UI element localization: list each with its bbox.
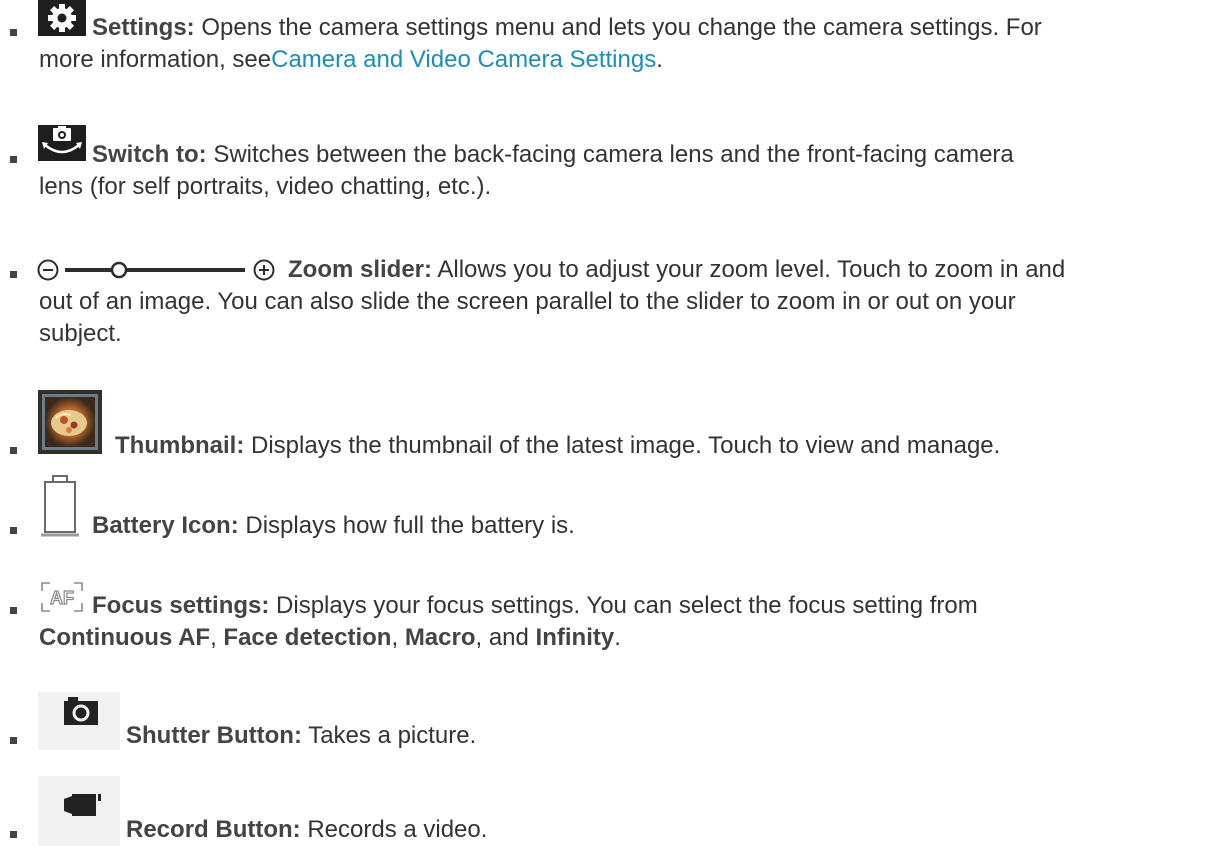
item-title: Thumbnail: xyxy=(115,432,245,459)
item-title: Settings: xyxy=(92,14,195,41)
item-description: Shutter Button: Takes a picture. xyxy=(126,722,477,749)
bullet xyxy=(10,527,17,534)
item-title: Focus settings: xyxy=(92,592,270,619)
item-description: Focus settings: Displays your focus sett… xyxy=(39,592,978,651)
item-title: Switch to: xyxy=(92,141,207,168)
bullet xyxy=(10,737,17,744)
bullet xyxy=(10,607,17,614)
option-face-detection: Face detection xyxy=(223,624,392,651)
item-description: Battery Icon: Displays how full the batt… xyxy=(92,512,575,539)
option-macro: Macro xyxy=(404,624,476,651)
bullet xyxy=(10,156,17,163)
bullet xyxy=(10,29,17,36)
item-description: Thumbnail: Displays the thumbnail of the… xyxy=(115,432,1001,459)
item-description: Settings: Opens the camera settings menu… xyxy=(39,14,1042,73)
item-description: Record Button: Records a video. xyxy=(126,816,488,843)
bullet xyxy=(10,447,17,454)
item-title: Shutter Button: xyxy=(126,722,302,749)
option-infinity: Infinity xyxy=(535,624,615,651)
item-description: Zoom slider: Allows you to adjust your z… xyxy=(39,256,1066,347)
item-title: Battery Icon: xyxy=(92,512,239,539)
item-title: Record Button: xyxy=(126,816,301,843)
bullet xyxy=(10,271,17,278)
camera-settings-link[interactable]: Camera and Video Camera Settings xyxy=(271,46,656,73)
bullet xyxy=(10,831,17,838)
item-description: Switch to: Switches between the back-fac… xyxy=(39,141,1014,200)
option-continuous-af: Continuous AF xyxy=(39,624,211,651)
item-title: Zoom slider: xyxy=(288,256,433,283)
